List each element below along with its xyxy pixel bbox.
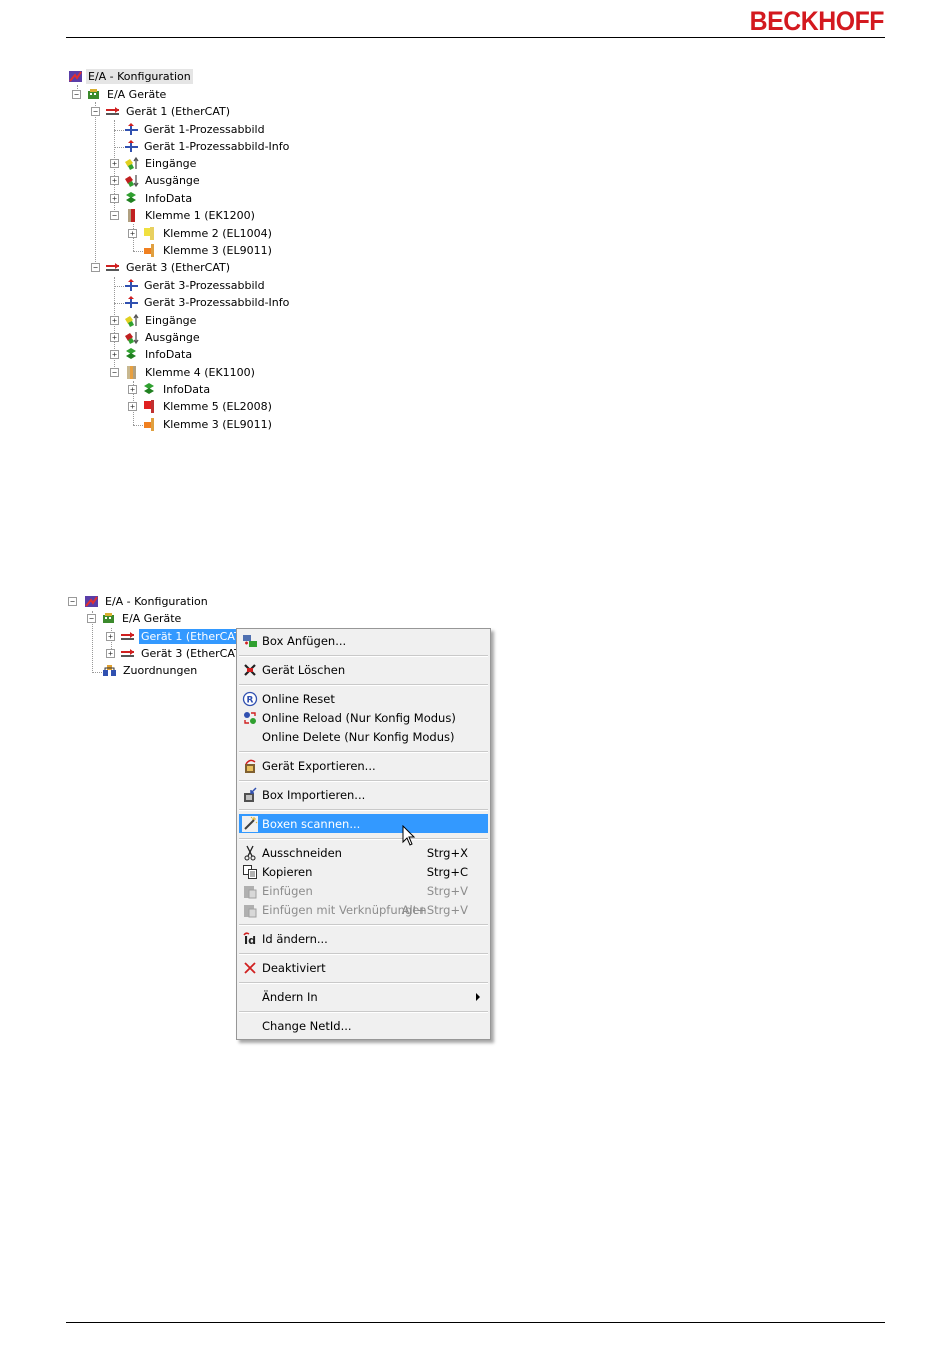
export-icon bbox=[245, 759, 256, 773]
copy-icon bbox=[243, 865, 257, 879]
menu-separator bbox=[239, 751, 488, 753]
menu-separator bbox=[239, 655, 488, 657]
menu-item-label: Gerät Löschen bbox=[262, 663, 346, 677]
menu-separator bbox=[239, 780, 488, 782]
menu-item-online-reset[interactable]: R Online Reset bbox=[239, 689, 488, 708]
menu-item-online-reload[interactable]: Online Reload (Nur Konfig Modus) bbox=[239, 708, 488, 727]
collapse-toggle[interactable]: − bbox=[68, 597, 77, 606]
menu-item-shortcut: Strg+V bbox=[426, 884, 468, 898]
menu-item-label: Box Anfügen... bbox=[262, 634, 347, 648]
scan-wand-icon bbox=[242, 816, 258, 832]
ethercat-device-icon bbox=[121, 632, 134, 640]
footer-rule bbox=[66, 1322, 885, 1323]
menu-separator bbox=[239, 953, 488, 955]
menu-item-change-id[interactable]: Id Id ändern... bbox=[239, 929, 488, 948]
menu-item-label: Boxen scannen... bbox=[262, 817, 361, 831]
import-icon bbox=[244, 787, 257, 802]
menu-item-change-to[interactable]: Ändern In bbox=[239, 987, 488, 1006]
tree-item-label: Zuordnungen bbox=[123, 664, 198, 677]
menu-item-label: Change NetId... bbox=[262, 1019, 352, 1033]
menu-item-label: Online Delete (Nur Konfig Modus) bbox=[262, 730, 455, 744]
menu-item-export-device[interactable]: Gerät Exportieren... bbox=[239, 756, 488, 775]
menu-item-label: Online Reload (Nur Konfig Modus) bbox=[262, 711, 456, 725]
change-id-icon: Id bbox=[243, 932, 256, 947]
menu-item-online-delete[interactable]: Online Delete (Nur Konfig Modus) bbox=[239, 727, 488, 746]
tree-item-label: E/A Geräte bbox=[122, 612, 182, 625]
ethercat-device-icon bbox=[121, 649, 134, 657]
menu-separator bbox=[239, 982, 488, 984]
add-box-icon bbox=[243, 635, 257, 647]
paste-links-icon bbox=[244, 905, 257, 918]
menu-item-deactivate[interactable]: Deaktiviert bbox=[239, 958, 488, 977]
delete-icon bbox=[244, 664, 256, 676]
menu-item-shortcut: Alt+Strg+V bbox=[401, 903, 468, 917]
submenu-arrow-icon bbox=[476, 993, 480, 1001]
menu-item-shortcut: Strg+C bbox=[426, 865, 468, 879]
menu-item-label: Box Importieren... bbox=[262, 788, 366, 802]
collapse-toggle[interactable]: − bbox=[87, 614, 96, 623]
mappings-icon bbox=[103, 665, 116, 676]
menu-separator bbox=[239, 924, 488, 926]
menu-item-label: Einfügen bbox=[262, 884, 313, 898]
menu-item-change-netid[interactable]: Change NetId... bbox=[239, 1016, 488, 1035]
tree-view-2[interactable]: − E/A - Konfiguration − E/A Geräte + Ger… bbox=[0, 0, 248, 690]
menu-separator bbox=[239, 684, 488, 686]
menu-item-paste[interactable]: Einfügen Strg+V bbox=[239, 881, 488, 900]
menu-item-label: Ausschneiden bbox=[262, 846, 342, 860]
tree-item-label: Gerät 1 (EtherCAT) bbox=[139, 629, 248, 644]
menu-separator bbox=[239, 809, 488, 811]
menu-item-label: Ändern In bbox=[262, 990, 318, 1004]
menu-item-scan-boxes[interactable]: Boxen scannen... bbox=[239, 814, 488, 833]
reset-icon: R bbox=[242, 691, 258, 707]
menu-item-delete-device[interactable]: Gerät Löschen bbox=[239, 660, 488, 679]
menu-item-shortcut: Strg+X bbox=[426, 846, 468, 860]
menu-separator bbox=[239, 838, 488, 840]
menu-item-label: Kopieren bbox=[262, 865, 313, 879]
svg-text:Id: Id bbox=[244, 934, 256, 947]
reload-icon bbox=[244, 712, 256, 724]
expand-toggle[interactable]: + bbox=[106, 632, 115, 641]
tree-item-label: Gerät 3 (EtherCAT) bbox=[141, 647, 246, 660]
context-menu[interactable]: Box Anfügen... Gerät Löschen R Online Re… bbox=[236, 628, 491, 1040]
io-devices-icon bbox=[103, 613, 114, 623]
tree-item-label: E/A - Konfiguration bbox=[105, 595, 208, 608]
menu-separator bbox=[239, 1011, 488, 1013]
menu-item-cut[interactable]: Ausschneiden Strg+X bbox=[239, 843, 488, 862]
menu-item-label: Gerät Exportieren... bbox=[262, 759, 376, 773]
expand-toggle[interactable]: + bbox=[106, 649, 115, 658]
paste-icon bbox=[244, 886, 257, 899]
cut-icon bbox=[244, 845, 256, 861]
svg-text:R: R bbox=[247, 696, 254, 706]
menu-item-label: Online Reset bbox=[262, 692, 335, 706]
menu-item-add-box[interactable]: Box Anfügen... bbox=[239, 631, 488, 650]
menu-item-copy[interactable]: Kopieren Strg+C bbox=[239, 862, 488, 881]
config-icon bbox=[85, 596, 98, 607]
menu-item-paste-with-links[interactable]: Einfügen mit Verknüpfungen Alt+Strg+V bbox=[239, 900, 488, 919]
menu-item-label: Deaktiviert bbox=[262, 961, 326, 975]
menu-item-label: Id ändern... bbox=[262, 932, 328, 946]
deactivate-icon bbox=[244, 962, 256, 974]
menu-item-import-box[interactable]: Box Importieren... bbox=[239, 785, 488, 804]
mouse-cursor-icon bbox=[402, 825, 416, 846]
